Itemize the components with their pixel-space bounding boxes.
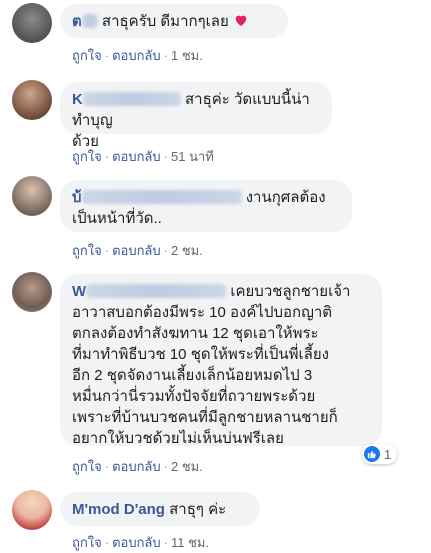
comment-bubble: K สาธุค่ะ วัดแบบนี้น่าทำบุญ ด้วย [60, 82, 332, 150]
comment-text-line: เป็นหน้าที่วัด.. [72, 210, 162, 227]
timestamp[interactable]: 2 ชม. [171, 459, 203, 474]
reply-link[interactable]: ตอบกลับ [112, 243, 161, 258]
avatar[interactable] [12, 80, 52, 120]
comment-text: สาธุๆ ค่ะ [169, 501, 227, 518]
comment-text-line: อาวาสบอกต้องมีพระ 10 องค์ไปบอกญาติ [72, 304, 333, 321]
comment-text-line: เคยบวชลูกชายเจ้า [230, 283, 351, 300]
commenter-name[interactable]: M'mod D'ang [72, 501, 165, 518]
comment-text: สาธุครับ ดีมากๆเลย [101, 13, 229, 30]
commenter-name[interactable]: ต [72, 13, 98, 30]
like-reaction-icon [364, 446, 380, 462]
commenter-name[interactable]: บ้ [72, 189, 242, 206]
timestamp[interactable]: 1 ชม. [171, 48, 203, 63]
avatar[interactable] [12, 176, 52, 216]
comment-bubble: M'mod D'ang สาธุๆ ค่ะ [60, 492, 260, 526]
separator: · [104, 48, 110, 63]
comment-text-line: หมื่นกว่านี่รวมทั้งปัจจัยที่ถวายพระด้วย [72, 388, 316, 405]
like-link[interactable]: ถูกใจ [72, 149, 102, 164]
reply-link[interactable]: ตอบกลับ [112, 459, 161, 474]
reply-link[interactable]: ตอบกลับ [112, 48, 161, 63]
separator: · [104, 243, 110, 258]
comment-actions: ถูกใจ · ตอบกลับ · 51 นาที [72, 146, 214, 167]
comment-actions: ถูกใจ · ตอบกลับ · 2 ชม. [72, 240, 203, 261]
separator: · [163, 149, 168, 164]
avatar[interactable] [12, 490, 52, 530]
comment-text-line: อีก 2 ชุดจัดงานเลี้ยงเล็กน้อยหมดไป 3 [72, 367, 313, 384]
commenter-name[interactable]: K [72, 91, 181, 108]
comment-text-line: ตกลงต้องทำสังฆทาน 12 ชุดเอาให้พระ [72, 325, 319, 342]
commenter-name[interactable]: W [72, 283, 227, 300]
comment-text-line: งานกุศลต้อง [245, 189, 326, 206]
separator: · [163, 459, 168, 474]
separator: · [163, 243, 168, 258]
comment-actions: ถูกใจ · ตอบกลับ · 1 ชม. [72, 45, 203, 66]
comment-bubble: บ้ งานกุศลต้อง เป็นหน้าที่วัด.. [60, 180, 352, 232]
reaction-count: 1 [384, 446, 392, 462]
avatar[interactable] [12, 272, 52, 312]
comment-text-line: เพราะที่บ้านบวชคนที่มีลูกชายหลานชายก็ [72, 409, 338, 426]
comment-bubble: ต สาธุครับ ดีมากๆเลย [60, 4, 288, 38]
separator: · [104, 459, 110, 474]
separator: · [104, 149, 110, 164]
like-link[interactable]: ถูกใจ [72, 48, 102, 63]
reply-link[interactable]: ตอบกลับ [112, 149, 161, 164]
like-link[interactable]: ถูกใจ [72, 243, 102, 258]
reaction-count-badge[interactable]: 1 [362, 444, 398, 464]
comment-actions: ถูกใจ · ตอบกลับ · 2 ชม. [72, 456, 203, 477]
comment-text-line: ที่มาทำพิธีบวช 10 ชุดให้พระที่เป็นพี่เลี… [72, 346, 329, 363]
comment-bubble: W เคยบวชลูกชายเจ้า อาวาสบอกต้องมีพระ 10 … [60, 274, 382, 447]
separator: · [163, 48, 168, 63]
comment-actions: ถูกใจ · ตอบกลับ · 11 ชม. [72, 532, 209, 553]
avatar[interactable] [12, 3, 52, 43]
comment-text-line: อยากให้บวชด้วยไม่เห็นบ่นฟรีเลย [72, 430, 284, 447]
like-link[interactable]: ถูกใจ [72, 459, 102, 474]
timestamp[interactable]: 2 ชม. [171, 243, 203, 258]
timestamp[interactable]: 51 นาที [171, 149, 214, 164]
heart-emoji-icon [235, 15, 247, 26]
